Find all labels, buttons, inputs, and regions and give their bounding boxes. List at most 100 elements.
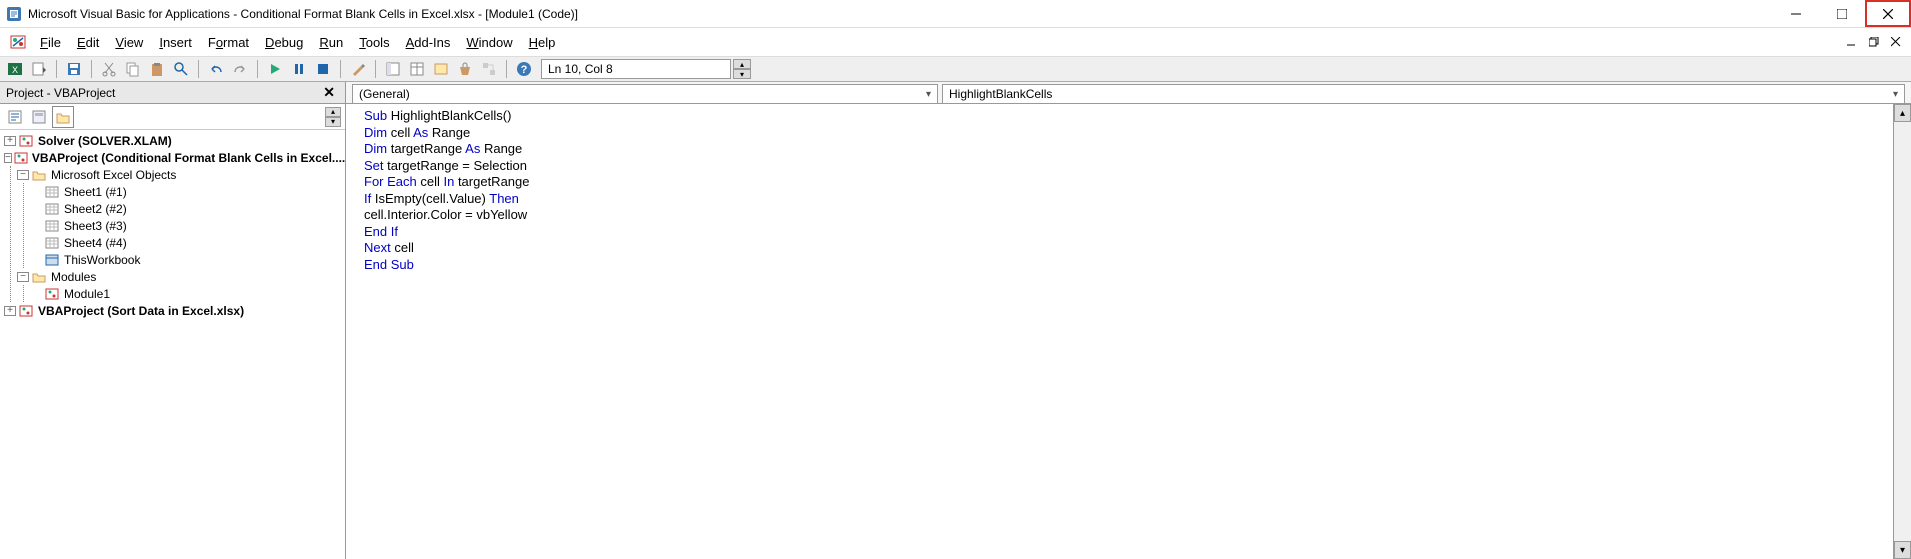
mdi-minimize-button[interactable] bbox=[1843, 33, 1861, 51]
break-button[interactable] bbox=[288, 58, 310, 80]
redo-button[interactable] bbox=[229, 58, 251, 80]
menu-format[interactable]: Format bbox=[200, 31, 257, 54]
vertical-scrollbar[interactable]: ▴ ▾ bbox=[1893, 104, 1911, 559]
view-code-button[interactable] bbox=[4, 106, 26, 128]
toolbar-scroll: ▴ ▾ bbox=[733, 59, 751, 79]
mdi-close-button[interactable] bbox=[1887, 33, 1905, 51]
code-text[interactable]: Sub HighlightBlankCells()Dim cell As Ran… bbox=[346, 104, 1893, 559]
vbaproject-icon bbox=[18, 303, 34, 319]
collapse-icon[interactable]: − bbox=[17, 170, 29, 180]
tree-node-modules[interactable]: − Modules bbox=[17, 268, 341, 285]
collapse-icon[interactable]: − bbox=[17, 272, 29, 282]
tree-node-sheet1[interactable]: Sheet1 (#1) bbox=[30, 183, 341, 200]
project-toolbar-scroll-down[interactable]: ▾ bbox=[325, 117, 341, 127]
expand-icon[interactable]: + bbox=[4, 306, 16, 316]
project-tree[interactable]: + Solver (SOLVER.XLAM) − VBAProject (Con… bbox=[0, 130, 345, 559]
copy-button[interactable] bbox=[122, 58, 144, 80]
project-explorer-close-button[interactable]: ✕ bbox=[319, 84, 339, 101]
workbook-icon bbox=[44, 252, 60, 268]
code-editor[interactable]: Sub HighlightBlankCells()Dim cell As Ran… bbox=[346, 104, 1911, 559]
vba-app-icon bbox=[6, 6, 22, 22]
tree-label: Sheet2 (#2) bbox=[64, 202, 127, 216]
paste-button[interactable] bbox=[146, 58, 168, 80]
tree-node-excel-objects[interactable]: − Microsoft Excel Objects bbox=[17, 166, 341, 183]
menu-edit[interactable]: Edit bbox=[69, 31, 107, 54]
menu-addins[interactable]: Add-Ins bbox=[398, 31, 459, 54]
svg-text:?: ? bbox=[521, 64, 528, 76]
tab-order-button[interactable] bbox=[478, 58, 500, 80]
object-dropdown-value: (General) bbox=[359, 87, 410, 101]
expand-icon[interactable]: + bbox=[4, 136, 16, 146]
module-icon bbox=[44, 286, 60, 302]
window-controls bbox=[1773, 0, 1911, 27]
vbaproject-icon bbox=[14, 150, 28, 166]
object-dropdown[interactable]: (General) ▾ bbox=[352, 84, 938, 104]
collapse-icon[interactable]: − bbox=[4, 153, 12, 163]
view-excel-button[interactable]: X bbox=[4, 58, 26, 80]
tree-node-solver[interactable]: + Solver (SOLVER.XLAM) bbox=[4, 132, 341, 149]
worksheet-icon bbox=[44, 201, 60, 217]
menu-window[interactable]: Window bbox=[458, 31, 520, 54]
svg-text:X: X bbox=[12, 65, 18, 75]
menu-help[interactable]: Help bbox=[521, 31, 564, 54]
object-browser-button[interactable] bbox=[430, 58, 452, 80]
save-button[interactable] bbox=[63, 58, 85, 80]
tree-label: Sheet1 (#1) bbox=[64, 185, 127, 199]
cursor-position: Ln 10, Col 8 bbox=[541, 59, 731, 79]
properties-window-button[interactable] bbox=[406, 58, 428, 80]
chevron-down-icon: ▾ bbox=[1893, 89, 1898, 100]
tree-label: Module1 bbox=[64, 287, 110, 301]
menu-insert[interactable]: Insert bbox=[151, 31, 200, 54]
menu-file[interactable]: File bbox=[32, 31, 69, 54]
tree-node-module1[interactable]: Module1 bbox=[30, 285, 341, 302]
menubar: File Edit View Insert Format Debug Run T… bbox=[0, 28, 1911, 56]
window-title: Microsoft Visual Basic for Applications … bbox=[28, 7, 1773, 21]
scroll-down-button[interactable]: ▾ bbox=[1894, 541, 1911, 559]
scrollbar-track[interactable] bbox=[1894, 122, 1911, 541]
scroll-up-button[interactable]: ▴ bbox=[1894, 104, 1911, 122]
find-button[interactable] bbox=[170, 58, 192, 80]
project-toolbar-scroll-up[interactable]: ▴ bbox=[325, 107, 341, 117]
maximize-button[interactable] bbox=[1819, 0, 1865, 27]
procedure-dropdown[interactable]: HighlightBlankCells ▾ bbox=[942, 84, 1905, 104]
insert-dropdown-button[interactable] bbox=[28, 58, 50, 80]
view-object-button[interactable] bbox=[28, 106, 50, 128]
menu-debug[interactable]: Debug bbox=[257, 31, 311, 54]
toolbar-scroll-up[interactable]: ▴ bbox=[733, 59, 751, 69]
project-explorer-title-text: Project - VBAProject bbox=[6, 86, 115, 100]
folder-icon bbox=[31, 167, 47, 183]
run-sub-button[interactable] bbox=[264, 58, 286, 80]
menu-tools[interactable]: Tools bbox=[351, 31, 397, 54]
tree-node-sheet4[interactable]: Sheet4 (#4) bbox=[30, 234, 341, 251]
tree-node-thisworkbook[interactable]: ThisWorkbook bbox=[30, 251, 341, 268]
menu-view[interactable]: View bbox=[107, 31, 151, 54]
project-explorer-button[interactable] bbox=[382, 58, 404, 80]
chevron-down-icon: ▾ bbox=[926, 89, 931, 100]
project-explorer-pane: Project - VBAProject ✕ ▴ ▾ + Solver (SOL… bbox=[0, 82, 346, 559]
tree-node-vbaproject-2[interactable]: + VBAProject (Sort Data in Excel.xlsx) bbox=[4, 302, 341, 319]
design-mode-button[interactable] bbox=[347, 58, 369, 80]
worksheet-icon bbox=[44, 184, 60, 200]
minimize-button[interactable] bbox=[1773, 0, 1819, 27]
toolbox-button[interactable] bbox=[454, 58, 476, 80]
tree-node-sheet2[interactable]: Sheet2 (#2) bbox=[30, 200, 341, 217]
toolbar-scroll-down[interactable]: ▾ bbox=[733, 69, 751, 79]
help-button[interactable]: ? bbox=[513, 58, 535, 80]
cut-button[interactable] bbox=[98, 58, 120, 80]
undo-button[interactable] bbox=[205, 58, 227, 80]
tree-label: ThisWorkbook bbox=[64, 253, 140, 267]
vbaproject-icon bbox=[18, 133, 34, 149]
tree-label: Solver (SOLVER.XLAM) bbox=[38, 134, 172, 148]
mdi-restore-button[interactable] bbox=[1865, 33, 1883, 51]
reset-button[interactable] bbox=[312, 58, 334, 80]
menu-run[interactable]: Run bbox=[311, 31, 351, 54]
toggle-folders-button[interactable] bbox=[52, 106, 74, 128]
tree-node-sheet3[interactable]: Sheet3 (#3) bbox=[30, 217, 341, 234]
code-dropdowns: (General) ▾ HighlightBlankCells ▾ bbox=[346, 82, 1911, 104]
vba-module-icon bbox=[10, 34, 26, 50]
tree-node-vbaproject-1[interactable]: − VBAProject (Conditional Format Blank C… bbox=[4, 149, 341, 166]
tree-label: Microsoft Excel Objects bbox=[51, 168, 176, 182]
close-button[interactable] bbox=[1865, 0, 1911, 27]
procedure-dropdown-value: HighlightBlankCells bbox=[949, 87, 1052, 101]
worksheet-icon bbox=[44, 235, 60, 251]
